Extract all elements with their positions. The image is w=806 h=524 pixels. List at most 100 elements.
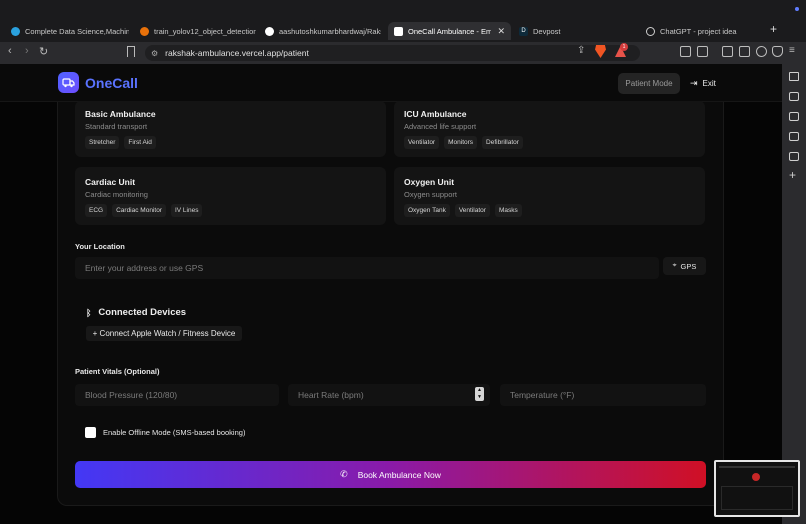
brand-name: OneCall [85,75,138,91]
notification-badge: 1 [620,43,628,51]
browser-tab-bar: Complete Data Science,Machine train_yolo… [0,0,806,42]
status-dot [795,7,799,11]
reload-icon[interactable]: ↻ [39,45,48,58]
sidebar-toggle-icon[interactable] [722,46,733,57]
thumbnail-logo [752,473,760,481]
leo-sidebar-icon[interactable] [789,72,799,81]
bookmarks-sidebar-icon[interactable] [789,132,799,141]
browser-sidebar: + [782,64,806,524]
location-label: Your Location [75,242,125,251]
exit-label: Exit [702,79,716,88]
feature-tag: Ventilator [404,136,440,149]
telegram-icon [11,26,20,36]
ambulance-desc: Cardiac monitoring [85,190,148,199]
heart-rate-input[interactable] [288,384,490,406]
ambulance-option[interactable]: Oxygen Unit Oxygen support Oxygen Tank V… [394,167,705,225]
browser-tab[interactable]: D Devpost [519,22,629,40]
vitals-label: Patient Vitals (Optional) [75,367,160,376]
feature-tag: Oxygen Tank [404,204,450,217]
feature-tags: Stretcher First Aid [85,136,156,149]
tab-title: ChatGPT - project idea [660,26,737,36]
chatgpt-icon [646,26,655,36]
ambulance-name: Cardiac Unit [85,177,136,187]
connected-devices-heading: ᛒ Connected Devices [86,307,186,318]
thumbnail-bar [719,466,795,468]
offline-label: Enable Offline Mode (SMS-based booking) [103,428,246,437]
tab-title: Complete Data Science,Machine [25,26,129,36]
add-sidebar-icon[interactable]: + [789,168,796,182]
vercel-icon [394,26,403,36]
reading-list-icon[interactable] [789,92,799,101]
blood-pressure-input[interactable] [75,384,279,406]
feature-tag: Ventilator [454,204,490,217]
book-ambulance-button[interactable]: ✆ Book Ambulance Now [75,461,706,488]
connect-device-button[interactable]: + Connect Apple Watch / Fitness Device [86,326,242,341]
tab-title: train_yolov12_object_detection [154,26,256,36]
number-stepper-icon[interactable]: ▲ ▼ [475,387,484,401]
ambulance-name: ICU Ambulance [404,109,467,119]
tab-title: aashutoshkumarbhardwaj/Raksh [279,26,381,36]
url-text: rakshak-ambulance.vercel.app/patient [165,48,309,58]
gps-button[interactable]: ⌖ GPS [663,257,706,275]
site-settings-icon[interactable]: ⚙ [151,49,158,58]
feature-tags: Ventilator Monitors Defibrillator [404,136,523,149]
vpn-icon[interactable] [772,46,783,57]
feature-tag: Masks [494,204,522,217]
back-icon[interactable]: ‹ [8,45,12,57]
address-input[interactable] [75,257,659,279]
new-tab-button[interactable]: + [770,22,777,36]
book-label: Book Ambulance Now [357,469,441,480]
ambulance-option[interactable]: Cardiac Unit Cardiac monitoring ECG Card… [75,167,386,225]
history-sidebar-icon[interactable] [789,152,799,161]
gps-label: GPS [680,261,697,271]
ambulance-option[interactable]: Basic Ambulance Standard transport Stret… [75,101,386,157]
ambulance-desc: Oxygen support [404,190,457,199]
close-tab-icon[interactable]: ✕ [497,26,505,37]
feature-tag: Monitors [444,136,478,149]
tab-title: OneCall Ambulance - Emerg [408,26,492,36]
wallet-sidebar-icon[interactable] [789,112,799,121]
tab-title: Devpost [533,26,561,36]
temperature-input[interactable] [500,384,706,406]
feature-tag: Defibrillator [482,136,523,149]
browser-tab[interactable]: ChatGPT - project idea [646,22,756,40]
logout-icon: ⇥ [690,78,698,88]
ambulance-logo-icon [58,72,79,93]
extensions-icon[interactable] [680,46,691,57]
feature-tag: IV Lines [170,204,203,217]
phone-icon: ✆ [340,469,348,479]
booking-card [57,102,724,506]
app-header: OneCall Patient Mode ⇥ Exit [0,64,782,102]
bluetooth-icon: ᛒ [86,307,92,318]
feature-tag: ECG [85,204,108,217]
patient-mode-button[interactable]: Patient Mode [618,73,680,94]
address-bar-row: ‹ › ↻ ⚙ rakshak-ambulance.vercel.app/pat… [0,42,806,64]
share-icon[interactable]: ⇪ [577,45,585,56]
github-icon [265,26,274,36]
wallet-icon[interactable] [739,46,750,57]
leo-ai-icon[interactable] [756,46,767,57]
page-content: OneCall Patient Mode ⇥ Exit Basic Ambula… [0,64,782,524]
browser-tab[interactable]: aashutoshkumarbhardwaj/Raksh [265,22,381,40]
browser-tab[interactable]: train_yolov12_object_detection [140,22,256,40]
browser-tab-active[interactable]: OneCall Ambulance - Emerg ✕ [388,22,511,40]
thumbnail-panel [721,486,793,510]
media-icon[interactable] [697,46,708,57]
devices-title: Connected Devices [98,307,187,318]
feature-tag: Stretcher [85,136,120,149]
screenshot-preview-thumbnail[interactable] [714,460,800,517]
ambulance-name: Basic Ambulance [85,109,156,119]
offline-checkbox[interactable] [85,427,96,438]
menu-icon[interactable]: ≡ [789,45,795,56]
url-field[interactable]: ⚙ rakshak-ambulance.vercel.app/patient [145,45,640,61]
forward-icon[interactable]: › [25,45,29,57]
offline-mode-option[interactable]: Enable Offline Mode (SMS-based booking) [85,427,245,438]
feature-tag: First Aid [124,136,156,149]
feature-tags: Oxygen Tank Ventilator Masks [404,204,522,217]
exit-button[interactable]: ⇥ Exit [690,73,716,94]
feature-tag: Cardiac Monitor [112,204,166,217]
ambulance-option[interactable]: ICU Ambulance Advanced life support Vent… [394,101,705,157]
browser-tab[interactable]: Complete Data Science,Machine [11,22,129,40]
bookmark-icon[interactable] [127,46,135,57]
ambulance-desc: Advanced life support [404,122,477,131]
